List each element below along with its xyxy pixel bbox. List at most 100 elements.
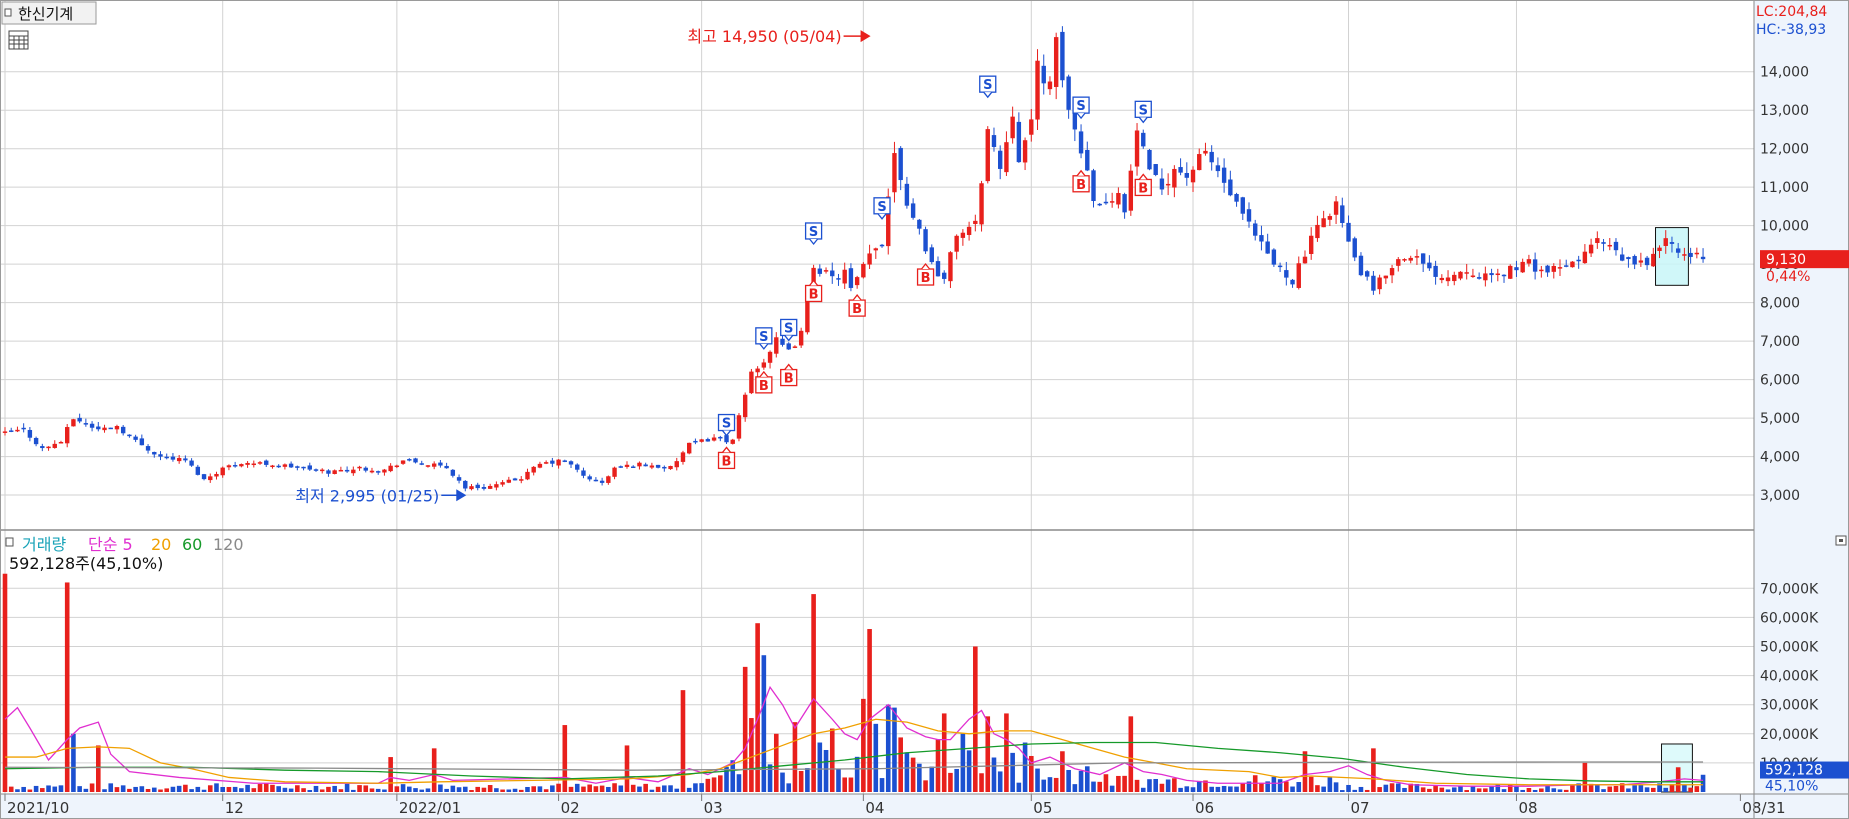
signal-letter: S [784,321,793,336]
candle-body [1253,223,1258,236]
volume-bar [1638,784,1644,792]
volume-bar [52,786,58,792]
title-box[interactable]: 한신기계 [1,1,97,25]
volume-bar [506,789,512,792]
candle-body [1078,131,1084,154]
volume-bar [475,786,481,792]
volume-bar [407,786,412,792]
volume-bar [1476,788,1482,792]
legend-ma20[interactable]: 20 [151,535,171,554]
table-icon[interactable] [8,30,29,50]
date-tick-label: 07 [1351,799,1370,817]
candle-body [9,430,14,432]
volume-bar [1184,786,1190,792]
volume-bar [1103,774,1109,792]
volume-bar [531,786,536,792]
candle-body [276,465,281,468]
price-tick-label: 4,000 [1760,450,1800,466]
volume-bar [1196,780,1202,792]
volume-bar [637,786,642,792]
volume-bar [500,789,505,792]
volume-bar [643,783,648,792]
volume-bar [755,623,760,792]
volume-bar [332,785,337,792]
volume-bar [288,788,294,792]
volume-bar [344,783,350,792]
candle-body [71,419,76,427]
candle-body [1682,254,1687,256]
candle-body [1004,142,1009,173]
candle-body [593,479,599,482]
candle-body [1221,167,1227,183]
candle-body [413,458,418,463]
volume-bar [1626,788,1631,792]
candle-body [568,461,574,465]
candle-body [270,465,275,468]
candle-body [767,351,773,363]
candle [1271,248,1277,267]
candle-body [388,465,393,472]
volume-bar [1501,789,1507,792]
candle-body [749,371,754,394]
candle-body [1047,81,1053,90]
candle-body [239,464,244,467]
volume-bar [1010,752,1015,792]
candle-body [1508,265,1513,279]
candle-body [556,459,561,466]
legend-ma60[interactable]: 60 [182,535,202,554]
volume-bar [1520,789,1525,792]
volume-tick-label: 40,000K [1760,669,1819,685]
candle-body [1464,272,1469,274]
candle-body [954,235,959,252]
legend-ma120[interactable]: 120 [213,535,244,554]
candle-body [718,436,723,439]
volume-bar [854,756,860,792]
volume-bar [127,788,132,792]
volume-bar [214,783,219,792]
candle-body [1638,260,1644,263]
volume-bar [239,788,244,792]
candle-body [637,462,642,467]
candle-body [1085,149,1090,171]
candle-body [382,469,387,473]
candle-body [481,486,487,489]
candle-body [450,469,456,476]
candle-body [823,270,829,272]
volume-bar [1296,782,1302,792]
candle-body [1234,194,1239,202]
candle-body [27,429,33,438]
volume-bar [77,786,82,792]
candle-body [892,153,897,193]
date-tick-label: 02 [561,799,580,817]
candle-body [1358,255,1364,276]
volume-bar [786,783,792,792]
collapse-icon[interactable] [1835,535,1847,546]
price-tick-label: 12,000 [1760,142,1809,158]
candle-body [1520,261,1525,273]
volume-bar [761,655,767,792]
low-annotation: 최저 2,995 (01/25) [295,486,439,505]
candle-body [1626,257,1631,260]
current-price-label: 9,130 [1766,252,1806,268]
volume-bar [207,785,213,792]
volume-tick-label: 70,000K [1760,581,1819,597]
candle-body [1414,256,1420,258]
candle-body [195,466,201,475]
candle-body [1246,209,1252,222]
candle-body [525,471,530,480]
candle-body [1066,76,1071,110]
legend-volume[interactable]: 거래량 [22,535,66,554]
candle-body [599,480,605,483]
candle-body [935,261,941,277]
candle-body [251,463,256,466]
candle-body [985,129,990,182]
volume-bar [1651,787,1656,792]
legend-ma5[interactable]: 단순 5 [88,535,133,554]
candle-body [543,462,549,464]
volume-tick-label: 50,000K [1760,639,1819,655]
candle-body [1570,261,1575,268]
candle-body [1153,164,1158,175]
candle-body [456,477,462,481]
volume-bar [232,786,238,792]
volume-bar [1582,762,1588,792]
